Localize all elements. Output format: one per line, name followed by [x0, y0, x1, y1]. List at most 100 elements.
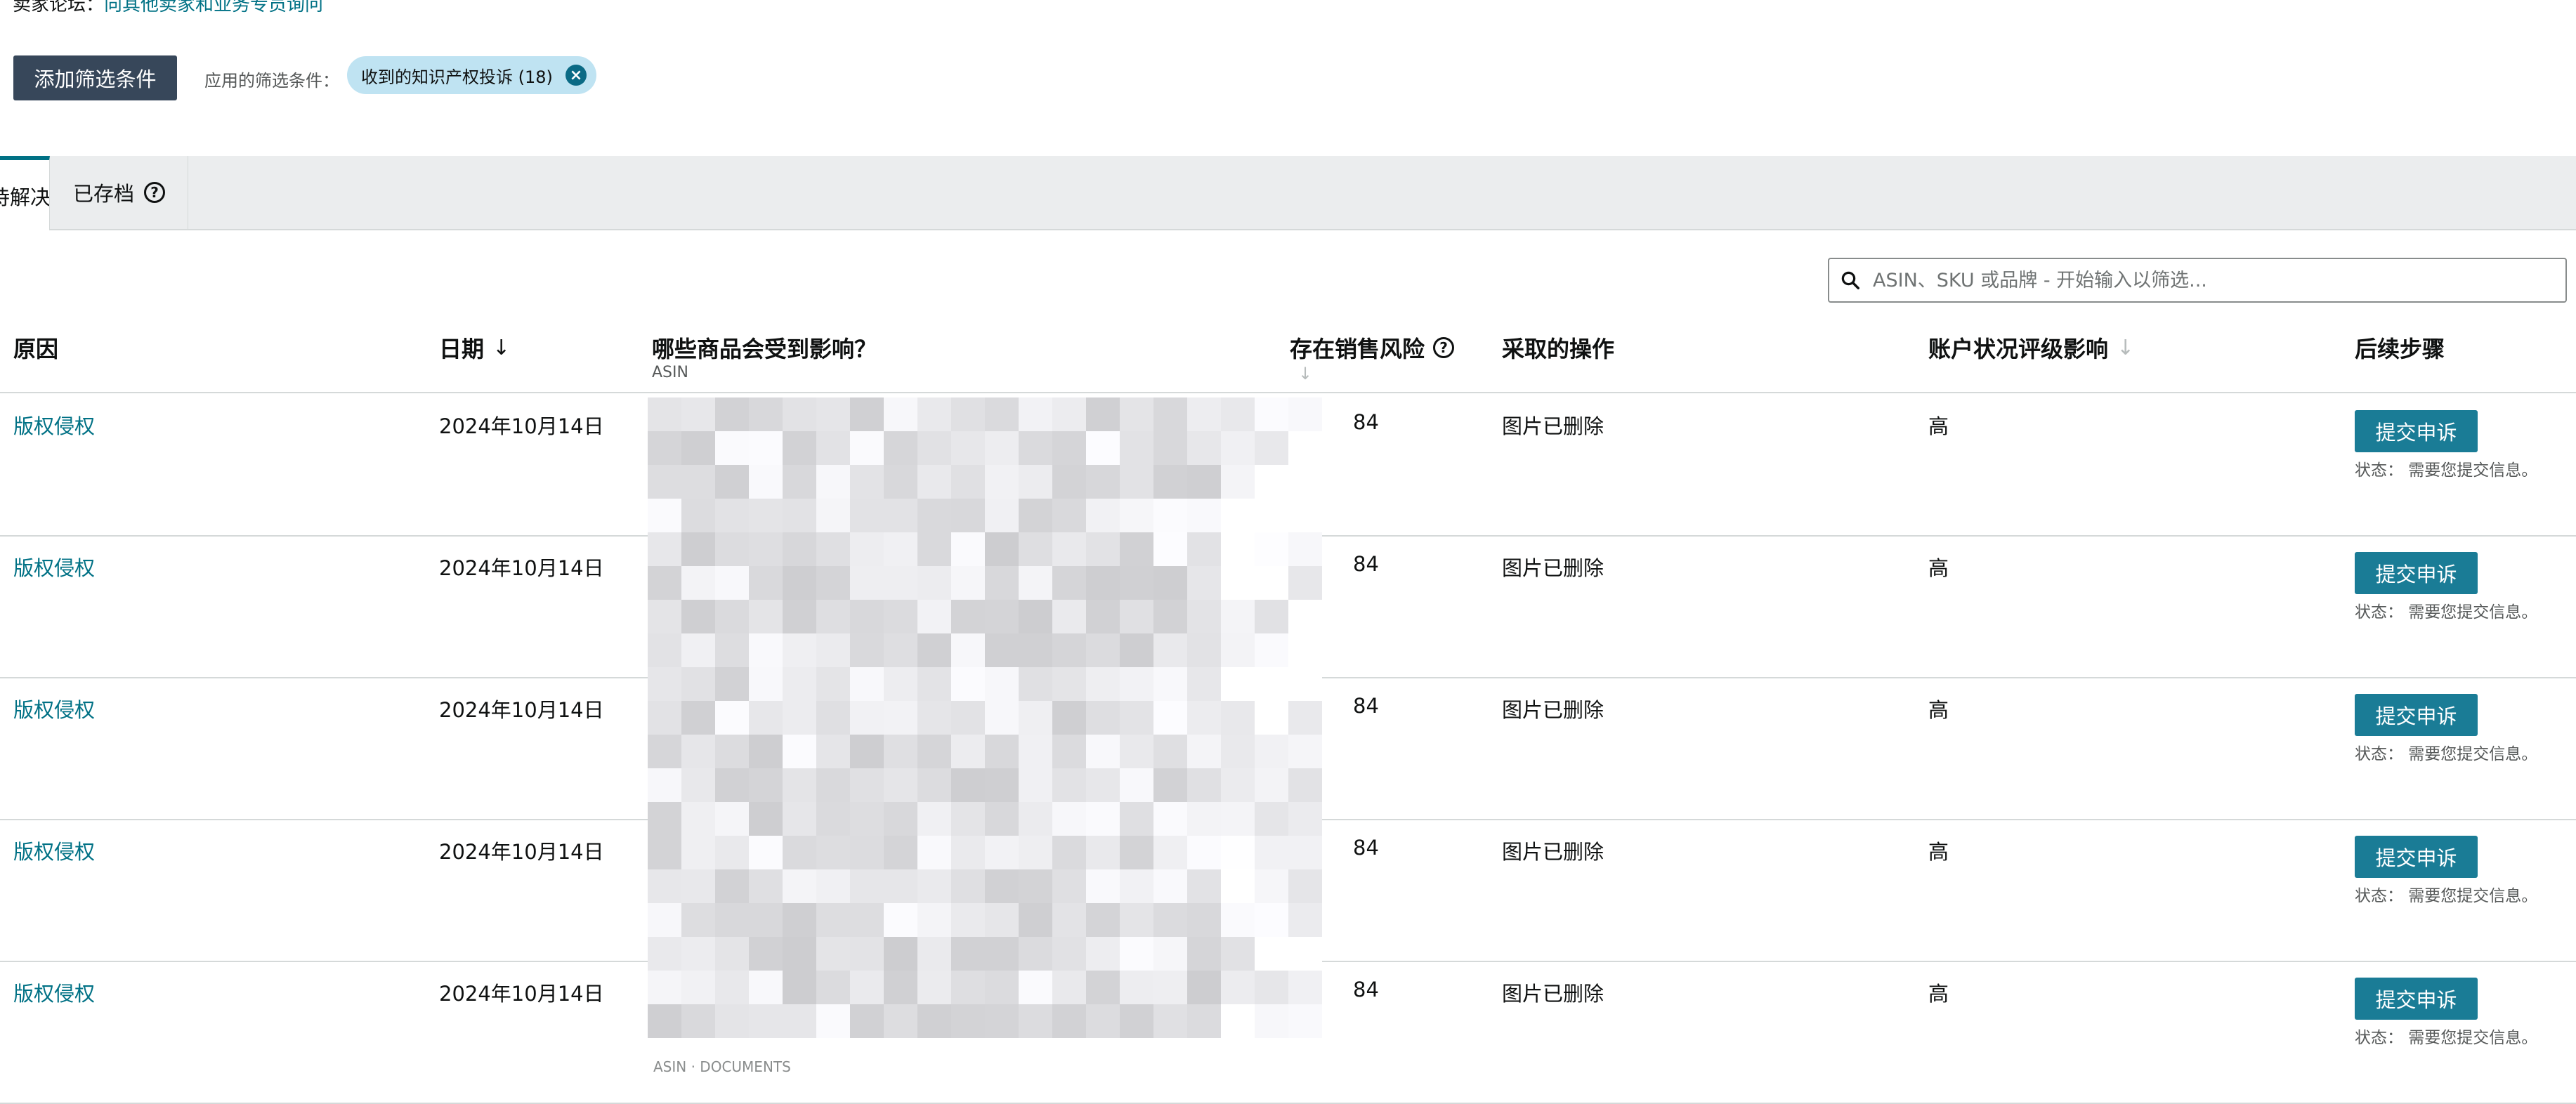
pixel-tile — [1052, 869, 1086, 903]
pixel-tile — [1019, 768, 1052, 802]
pixel-tile — [749, 633, 783, 667]
pixel-tile — [1120, 431, 1153, 465]
pixel-tile — [1288, 735, 1322, 768]
pixel-tile — [1221, 566, 1255, 600]
pixel-tile — [1019, 903, 1052, 937]
pixel-tile — [1255, 836, 1288, 869]
pixel-tile — [1221, 633, 1255, 667]
pixel-tile — [884, 667, 917, 701]
pixel-tile — [850, 667, 884, 701]
pixel-tile — [884, 701, 917, 735]
close-icon[interactable]: × — [565, 65, 587, 86]
pixel-tile — [1120, 566, 1153, 600]
pixel-tile — [1086, 397, 1120, 431]
pixel-tile — [917, 431, 951, 465]
pixel-tile — [715, 566, 749, 600]
pixel-tile — [816, 600, 850, 633]
search-box — [1828, 258, 2567, 303]
pixel-tile — [1221, 499, 1255, 532]
risk-cell: 84 — [1353, 978, 1379, 1001]
pixel-tile — [985, 1004, 1019, 1038]
date-cell: 2024年10月14日 — [439, 698, 604, 722]
pixel-tile — [749, 937, 783, 971]
header-date-label: 日期 — [439, 336, 485, 362]
reason-link[interactable]: 版权侵权 — [13, 978, 95, 1007]
pixel-tile — [1221, 397, 1255, 431]
pixel-tile — [850, 397, 884, 431]
pixel-tile — [1221, 937, 1255, 971]
pixel-tile — [1255, 869, 1288, 903]
search-input[interactable] — [1871, 268, 2565, 292]
pixel-tile — [816, 937, 850, 971]
pixel-tile — [715, 937, 749, 971]
sort-down-icon[interactable]: ↓ — [2117, 336, 2134, 360]
pixel-tile — [1255, 802, 1288, 836]
pixel-tile — [1086, 836, 1120, 869]
risk-cell: 84 — [1353, 552, 1379, 576]
pixel-tile — [1187, 1004, 1221, 1038]
pixel-tile — [850, 971, 884, 1004]
pixel-tile — [917, 499, 951, 532]
pixel-tile — [783, 735, 816, 768]
add-filter-button[interactable]: 添加筛选条件 — [13, 55, 177, 100]
pixel-tile — [985, 701, 1019, 735]
pixel-tile — [1187, 937, 1221, 971]
impact-cell: 高 — [1928, 982, 1949, 1006]
pixel-tile — [1086, 937, 1120, 971]
pixel-tile — [1255, 667, 1288, 701]
forum-link[interactable]: 向其他卖家和业务专员询问 — [104, 0, 323, 15]
header-risk-label: 存在销售风险 — [1290, 336, 1425, 362]
sort-down-icon[interactable]: ↓ — [492, 336, 510, 360]
tab-pending[interactable]: 待解决 — [0, 156, 50, 230]
pixel-tile — [917, 397, 951, 431]
pixel-tile — [816, 633, 850, 667]
tab-archived[interactable]: 已存档 ? — [51, 156, 188, 229]
pixel-tile — [1086, 499, 1120, 532]
pixel-tile — [985, 397, 1019, 431]
tab-pending-label: 待解决 — [0, 185, 50, 209]
pixel-tile — [884, 397, 917, 431]
pixel-tile — [1255, 735, 1288, 768]
reason-link[interactable]: 版权侵权 — [13, 410, 95, 440]
reason-link[interactable]: 版权侵权 — [13, 836, 95, 865]
pixel-tile — [749, 532, 783, 566]
pixel-tile — [1288, 499, 1322, 532]
header-next-label: 后续步骤 — [2355, 336, 2445, 362]
submit-appeal-button[interactable]: 提交申诉 — [2355, 836, 2478, 878]
submit-appeal-button[interactable]: 提交申诉 — [2355, 978, 2478, 1020]
pixel-tile — [917, 937, 951, 971]
pixel-tile — [1052, 937, 1086, 971]
pixel-tile — [1120, 735, 1153, 768]
pixel-tile — [783, 499, 816, 532]
pixel-tile — [1052, 903, 1086, 937]
pixel-tile — [1086, 701, 1120, 735]
pixel-tile — [749, 397, 783, 431]
reason-link[interactable]: 版权侵权 — [13, 694, 95, 723]
pixel-tile — [850, 701, 884, 735]
help-icon[interactable]: ? — [144, 182, 165, 203]
pixel-tile — [749, 802, 783, 836]
submit-appeal-button[interactable]: 提交申诉 — [2355, 694, 2478, 736]
pixel-tile — [884, 971, 917, 1004]
pixel-tile — [1187, 633, 1221, 667]
pixel-tile — [1187, 532, 1221, 566]
header-date[interactable]: 日期 ↓ — [439, 331, 510, 364]
pixel-tile — [816, 1004, 850, 1038]
pixel-tile — [1288, 802, 1322, 836]
pixel-tile — [1019, 431, 1052, 465]
pixel-tile — [1221, 735, 1255, 768]
header-health-impact[interactable]: 账户状况评级影响 ↓ — [1928, 331, 2134, 364]
submit-appeal-button[interactable]: 提交申诉 — [2355, 410, 2478, 452]
pixel-tile — [648, 499, 681, 532]
pixel-tile — [1019, 937, 1052, 971]
tab-bar — [0, 156, 2576, 230]
pixel-tile — [1120, 903, 1153, 937]
help-icon[interactable]: ? — [1433, 337, 1455, 358]
pixel-tile — [1019, 836, 1052, 869]
pixel-tile — [648, 735, 681, 768]
submit-appeal-button[interactable]: 提交申诉 — [2355, 552, 2478, 594]
pixel-tile — [1120, 802, 1153, 836]
sort-down-icon[interactable]: ↓ — [1298, 364, 1454, 383]
pixel-tile — [681, 869, 715, 903]
reason-link[interactable]: 版权侵权 — [13, 552, 95, 581]
